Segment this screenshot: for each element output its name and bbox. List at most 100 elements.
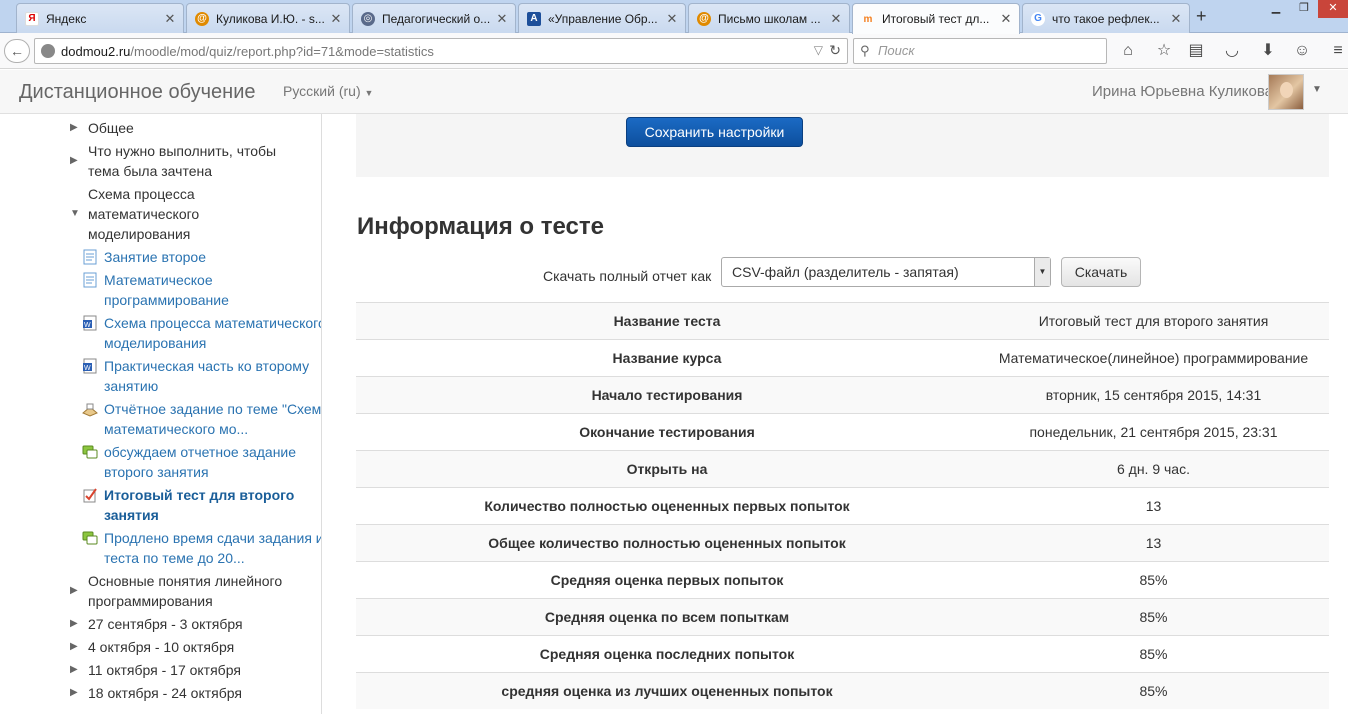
browser-tab[interactable]: ◎ Педагогический о... ✕ [352, 3, 516, 33]
word-file-icon: W [83, 315, 97, 331]
language-menu[interactable]: Русский (ru) ▼ [283, 83, 373, 99]
close-icon[interactable]: ✕ [163, 11, 177, 27]
user-menu-caret-icon[interactable]: ▼ [1312, 84, 1322, 95]
sidebar-item-link[interactable]: обсуждаем отчетное задание второго занят… [104, 442, 321, 482]
browser-tab[interactable]: A «Управление Обр... ✕ [518, 3, 686, 33]
close-icon[interactable]: ✕ [829, 11, 843, 27]
language-label: Русский (ru) [283, 83, 361, 99]
stat-value: вторник, 15 сентября 2015, 14:31 [1045, 387, 1262, 403]
quiz-icon [83, 488, 97, 503]
globe-icon: ◎ [361, 11, 375, 26]
report-settings-panel [356, 114, 1329, 177]
new-tab-icon[interactable]: + [1196, 6, 1207, 27]
table-row: Название теста Итоговый тест для второго … [356, 302, 1329, 339]
sidebar-item-link[interactable]: Математическое программирование [104, 270, 264, 310]
quiz-info-table: Название теста Итоговый тест для второго … [356, 302, 1329, 709]
close-icon[interactable]: ✕ [329, 11, 343, 27]
stat-value: 85% [1139, 646, 1168, 662]
expand-arrow-icon[interactable]: ▶ [70, 660, 78, 680]
document-icon: A [527, 11, 541, 26]
close-icon[interactable]: ✕ [999, 11, 1013, 27]
expand-arrow-icon[interactable]: ▶ [70, 637, 78, 657]
collapse-arrow-icon[interactable]: ▼ [70, 204, 80, 224]
close-icon[interactable]: ✕ [495, 11, 509, 27]
site-header: Дистанционное обучение Русский (ru) ▼ Ир… [0, 70, 1348, 114]
sidebar-item-label: Общее [88, 120, 134, 136]
close-icon[interactable]: ✕ [665, 11, 679, 27]
reload-icon[interactable]: ↻ [829, 42, 841, 59]
expand-arrow-icon[interactable]: ▶ [70, 683, 78, 703]
google-icon: G [1031, 11, 1045, 26]
sidebar-item-link[interactable]: Продлено время сдачи задания и теста по … [104, 528, 321, 568]
table-row: Открыть на 6 дн. 9 час. [356, 450, 1329, 487]
table-row: Средняя оценка первых попыток 85% [356, 561, 1329, 598]
sidebar-item-link[interactable]: Схема процесса математического моделиров… [104, 313, 321, 353]
stat-label: Название теста [613, 313, 721, 329]
expand-arrow-icon[interactable]: ▶ [70, 118, 78, 138]
user-name[interactable]: Ирина Юрьевна Куликова [1092, 83, 1273, 100]
browser-tab[interactable]: Я Яндекс ✕ [16, 3, 184, 33]
close-icon[interactable]: ✕ [1169, 11, 1183, 27]
search-input[interactable]: ⚲ Поиск [853, 38, 1107, 64]
stat-label: Количество полностью оцененных первых по… [484, 498, 850, 514]
stat-label: Средняя оценка первых попыток [550, 572, 784, 588]
search-placeholder: Поиск [878, 43, 915, 58]
expand-arrow-icon[interactable]: ▶ [70, 581, 78, 601]
svg-text:W: W [84, 322, 91, 329]
tab-title: что такое рефлек... [1052, 11, 1160, 26]
svg-text:W: W [84, 365, 91, 372]
download-icon[interactable]: ⬇ [1258, 41, 1278, 61]
sidebar-item-label: 4 октября - 10 октября [88, 639, 235, 655]
sidebar-item-link[interactable]: Итоговый тест для второго занятия [104, 485, 314, 525]
download-label: Скачать полный отчет как [543, 268, 712, 284]
stat-value: Математическое(линейное) программировани… [998, 350, 1309, 366]
hello-icon[interactable]: ☺ [1292, 41, 1312, 61]
course-navigation-sidebar: ▶ Общее ▶ Что нужно выполнить, чтобы тем… [22, 114, 322, 714]
tab-title: Куликова И.Ю. - s... [216, 11, 325, 26]
window-close-icon[interactable]: ✕ [1318, 0, 1348, 18]
table-row: Название курса Математическое(линейное) п… [356, 339, 1329, 376]
bookmark-star-icon[interactable]: ☆ [1154, 41, 1174, 61]
caret-down-icon: ▼ [364, 88, 374, 98]
stat-label: Средняя оценка последних попыток [539, 646, 795, 662]
menu-icon[interactable]: ≡ [1328, 41, 1348, 61]
pocket-icon[interactable]: ◡ [1222, 41, 1242, 61]
word-file-icon: W [83, 358, 97, 374]
expand-arrow-icon[interactable]: ▶ [70, 614, 78, 634]
history-dropdown-icon[interactable]: ▽ [814, 43, 823, 57]
save-settings-button[interactable]: Сохранить настройки [626, 117, 803, 147]
forum-icon [82, 531, 98, 545]
tab-title: Яндекс [46, 11, 87, 26]
assignment-icon [82, 403, 98, 417]
browser-tab[interactable]: @ Письмо школам ... ✕ [688, 3, 850, 33]
table-row: Количество полностью оцененных первых по… [356, 487, 1329, 524]
site-info-icon[interactable] [41, 44, 55, 58]
stat-value: 6 дн. 9 час. [1116, 461, 1190, 477]
download-format-value: CSV-файл (разделитель - запятая) [732, 264, 959, 280]
sidebar-item-link[interactable]: Практическая часть ко второму занятию [104, 356, 321, 396]
maximize-icon[interactable]: ❐ [1290, 0, 1318, 18]
sidebar-item-link[interactable]: Занятие второе [104, 247, 321, 267]
home-icon[interactable]: ⌂ [1118, 41, 1138, 61]
download-format-select[interactable]: CSV-файл (разделитель - запятая) ▼ [721, 257, 1051, 287]
reading-list-icon[interactable]: ▤ [1186, 41, 1206, 61]
site-name[interactable]: Дистанционное обучение [19, 81, 255, 104]
sidebar-item-label: 18 октября - 24 октября [88, 685, 242, 701]
stat-label: Начало тестирования [591, 387, 743, 403]
browser-tab-active[interactable]: m Итоговый тест дл... ✕ [852, 3, 1020, 34]
browser-tab[interactable]: G что такое рефлек... ✕ [1022, 3, 1190, 33]
avatar[interactable] [1268, 74, 1304, 110]
tab-title: «Управление Обр... [548, 11, 658, 26]
address-bar[interactable]: dodmou2.ru/moodle/mod/quiz/report.php?id… [34, 38, 848, 64]
stat-label: Открыть на [626, 461, 708, 477]
stat-label: Окончание тестирования [579, 424, 755, 440]
chevron-down-icon[interactable]: ▼ [1034, 258, 1050, 286]
minimize-icon[interactable]: ▁ [1262, 0, 1290, 18]
back-arrow-icon[interactable]: ← [4, 39, 30, 63]
download-button[interactable]: Скачать [1061, 257, 1141, 287]
sidebar-item-link[interactable]: Отчётное задание по теме "Схема математи… [104, 399, 321, 439]
browser-tab[interactable]: @ Куликова И.Ю. - s... ✕ [186, 3, 350, 33]
stat-value: Итоговый тест для второго занятия [1038, 313, 1269, 329]
stat-value: 13 [1145, 498, 1162, 514]
expand-arrow-icon[interactable]: ▶ [70, 151, 78, 171]
